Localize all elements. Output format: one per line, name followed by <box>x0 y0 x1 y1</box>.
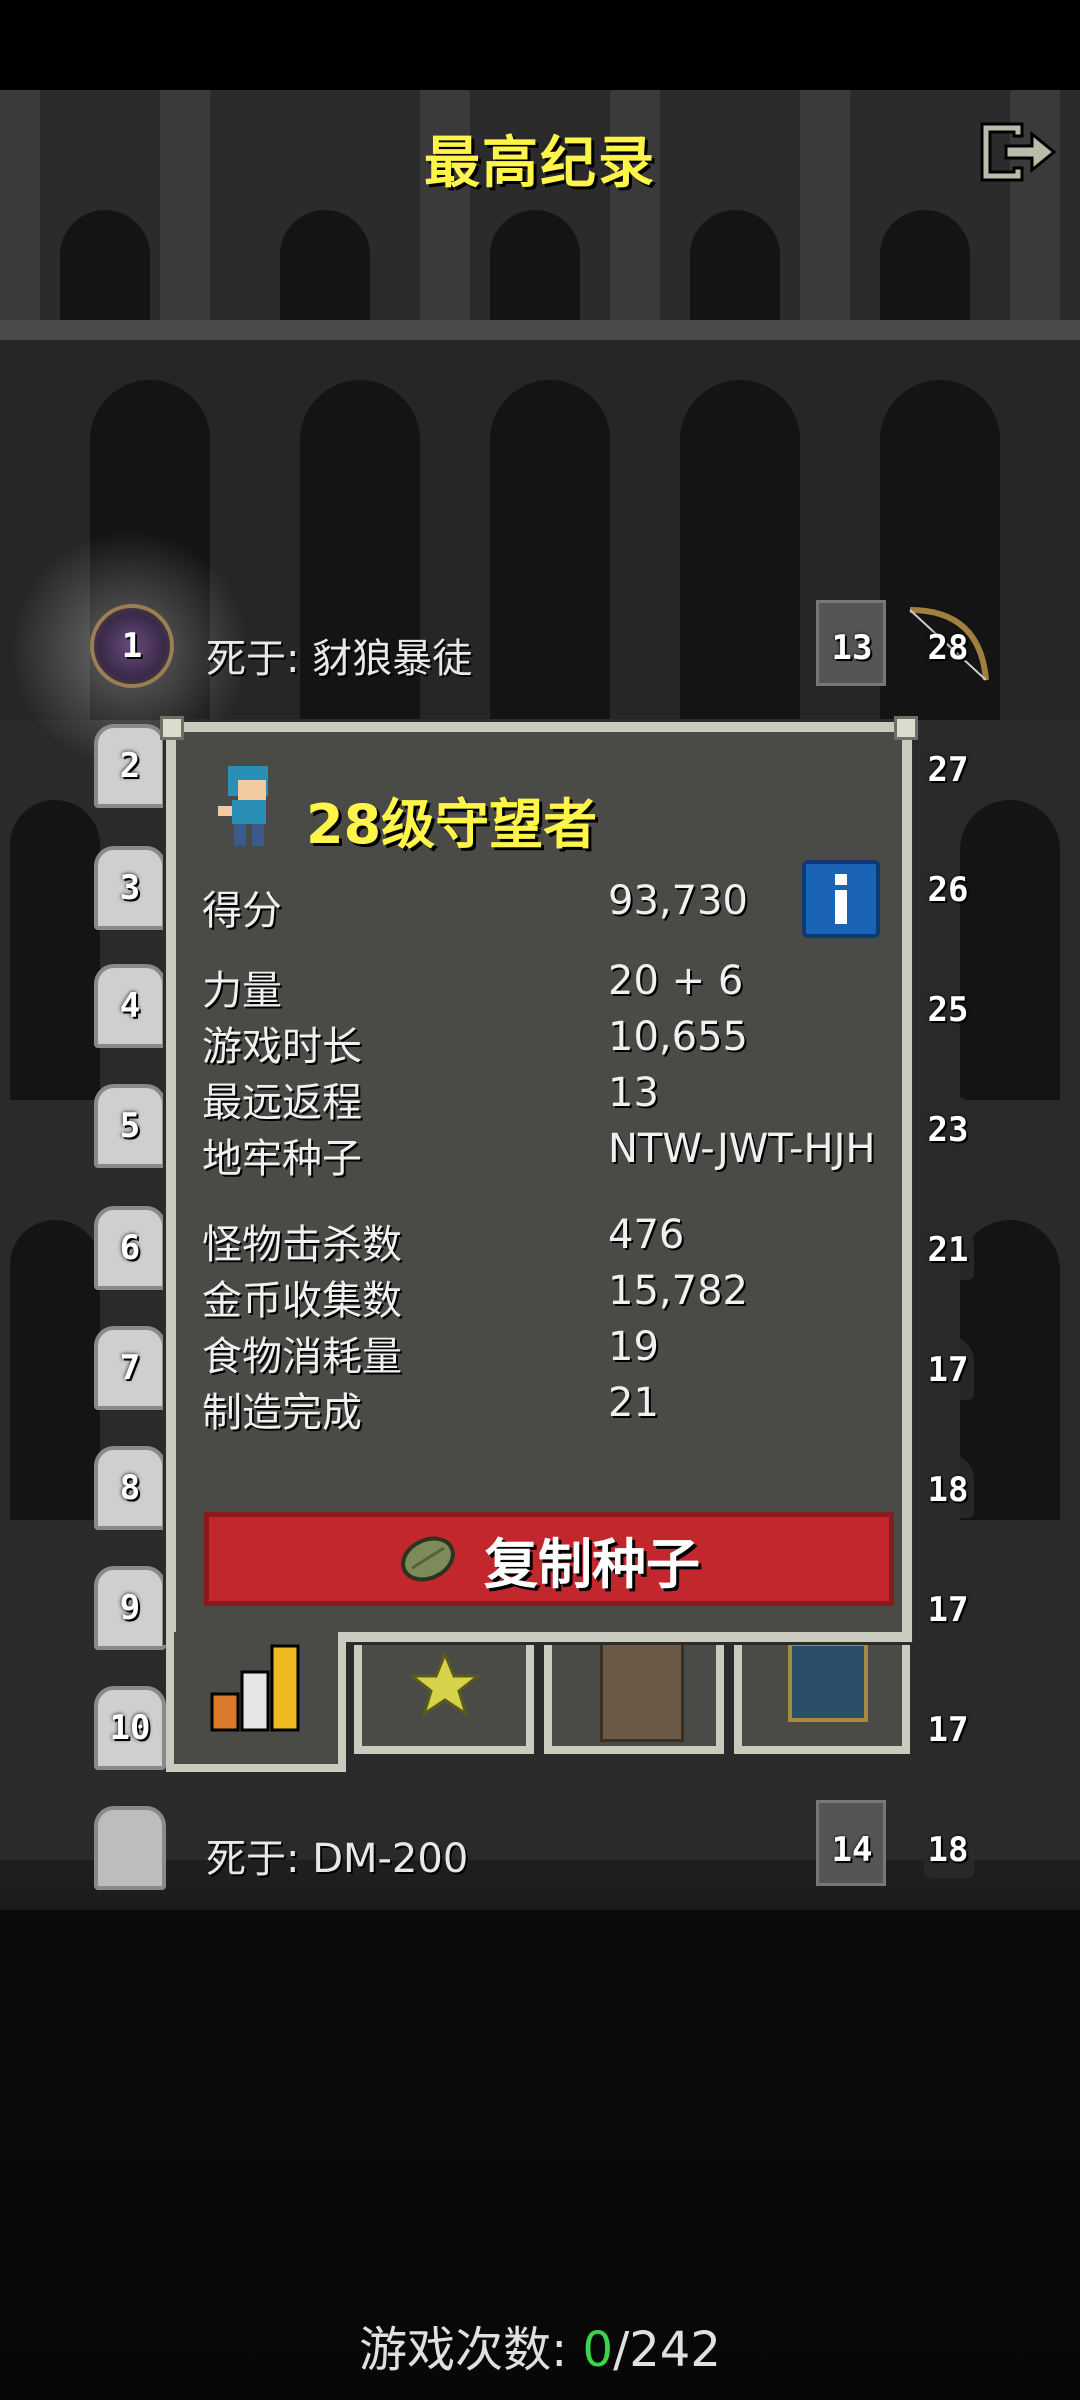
record-8-level: 18 <box>927 1470 969 1510</box>
stat-value: 10,655 <box>608 1014 748 1060</box>
record-1-depth: 13 <box>831 628 873 668</box>
stat-value: 15,782 <box>608 1268 748 1314</box>
rank-stone-8[interactable]: 8 <box>94 1446 166 1530</box>
exit-icon <box>980 122 1057 182</box>
stat-label: 游戏时长 <box>202 1024 362 1070</box>
tab-stats[interactable] <box>166 1632 346 1772</box>
record-detail-panel: 28级守望者 得分 93,730 力量 20 + 6 游戏时长 10,655 最… <box>166 722 912 1642</box>
rank-stone-10[interactable]: 10 <box>94 1686 166 1770</box>
record-1-cause[interactable]: 死于: 豺狼暴徒 <box>206 626 472 684</box>
stat-value: 476 <box>608 1212 685 1258</box>
record-9-level: 17 <box>927 1590 969 1630</box>
bar-chart-icon <box>210 1644 300 1732</box>
stat-value: 13 <box>608 1070 659 1116</box>
panel-corner <box>160 716 184 740</box>
record-1-level: 28 <box>927 628 969 668</box>
copy-seed-button[interactable]: 复制种子 <box>204 1512 894 1606</box>
record-bottom-depth: 14 <box>831 1830 873 1870</box>
sword-banner-icon <box>788 1642 868 1722</box>
panel-corner <box>894 716 918 740</box>
stat-value: 19 <box>608 1324 659 1370</box>
record-bottom-cause[interactable]: 死于: DM-200 <box>206 1826 468 1884</box>
record-3-level: 26 <box>927 870 969 910</box>
copy-seed-label: 复制种子 <box>484 1532 700 1596</box>
info-icon <box>835 874 847 924</box>
seed-icon <box>401 1536 455 1582</box>
stat-value: 21 <box>608 1380 659 1426</box>
record-6-level: 21 <box>927 1230 969 1270</box>
tab-challenges[interactable] <box>734 1630 910 1754</box>
record-2-level: 27 <box>927 750 969 790</box>
stat-label: 最远返程 <box>202 1080 362 1126</box>
record-5-level: 23 <box>927 1110 969 1150</box>
games-played-label: 游戏次数: <box>359 2322 583 2378</box>
score-value: 93,730 <box>608 878 748 924</box>
stat-label: 食物消耗量 <box>202 1334 402 1380</box>
rank-stone-6[interactable]: 6 <box>94 1206 166 1290</box>
stat-label: 怪物击杀数 <box>202 1222 402 1268</box>
tab-items[interactable] <box>544 1630 724 1754</box>
page-title: 最高纪录 <box>424 131 656 196</box>
rank-stone-2[interactable]: 2 <box>94 724 166 808</box>
dungeon-seed-value: NTW-JWT-HJH <box>608 1126 876 1172</box>
gravestone-icon[interactable] <box>94 1806 166 1890</box>
stat-label: 地牢种子 <box>202 1136 362 1182</box>
tab-badges[interactable] <box>354 1630 534 1754</box>
score-label: 得分 <box>202 888 282 934</box>
record-10-level: 17 <box>927 1710 969 1750</box>
rank-stone-7[interactable]: 7 <box>94 1326 166 1410</box>
rank-stone-4[interactable]: 4 <box>94 964 166 1048</box>
stat-value: 20 + 6 <box>608 958 744 1004</box>
star-badge-icon <box>410 1652 480 1718</box>
stat-label: 制造完成 <box>202 1390 362 1436</box>
games-played-total: /242 <box>613 2322 721 2378</box>
games-played-counter: 游戏次数: 0/242 <box>0 2310 1080 2380</box>
rank-stone-9[interactable]: 9 <box>94 1566 166 1650</box>
games-played-current: 0 <box>582 2322 614 2378</box>
stat-label: 金币收集数 <box>202 1278 402 1324</box>
rank-badge-1[interactable]: 1 <box>90 604 174 688</box>
backpack-icon <box>600 1642 684 1742</box>
rank-stone-5[interactable]: 5 <box>94 1084 166 1168</box>
rank-stone-3[interactable]: 3 <box>94 846 166 930</box>
status-bar-area <box>0 0 1080 90</box>
exit-button[interactable] <box>976 118 1060 186</box>
hero-portrait-icon <box>218 766 268 846</box>
record-7-level: 17 <box>927 1350 969 1390</box>
hero-class-title: 28级守望者 <box>306 793 598 856</box>
record-4-level: 25 <box>927 990 969 1030</box>
record-bottom-level: 18 <box>927 1830 969 1870</box>
info-button[interactable] <box>802 860 880 938</box>
stat-label: 力量 <box>202 968 282 1014</box>
